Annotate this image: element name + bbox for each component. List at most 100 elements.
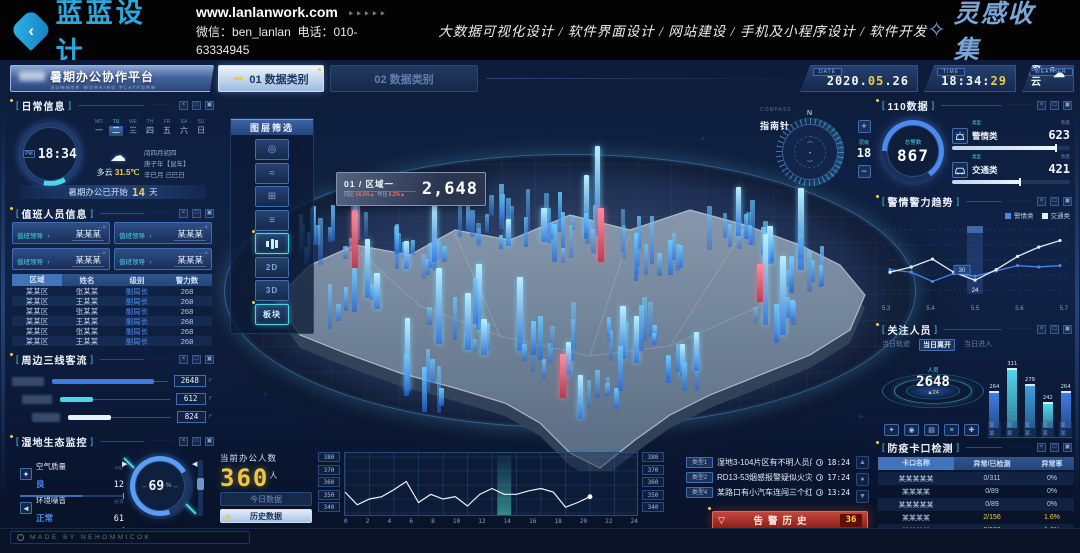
map-bar	[666, 355, 671, 379]
window-icon[interactable]: □	[1050, 443, 1059, 452]
layer-button-cctv[interactable]: ◎	[255, 139, 289, 160]
window-icon[interactable]: □	[1050, 101, 1059, 110]
weekday-cell[interactable]: MO一	[92, 119, 106, 136]
clock-ampm: PM	[23, 150, 35, 158]
close-icon[interactable]: ×	[1037, 325, 1046, 334]
layer-button-list[interactable]: ≡	[255, 210, 289, 231]
layer-button-板块[interactable]: 板块	[255, 304, 289, 325]
close-icon[interactable]: ×	[1037, 101, 1046, 110]
gauge-arrow-right[interactable]: ◀	[192, 460, 197, 468]
close-icon[interactable]: ×	[1037, 197, 1046, 206]
expand-icon[interactable]: ▣	[1063, 101, 1072, 110]
weekday-cell[interactable]: TU二	[109, 119, 123, 136]
focus-tool-icon[interactable]: ◉	[904, 424, 919, 436]
transit-flow-row: 824I°	[12, 410, 212, 424]
table-cell: 王某某	[62, 336, 112, 347]
zoom-out-button[interactable]: −	[858, 165, 871, 178]
alert-item[interactable]: 类型2RD13-53烟感报警疑似火灾17:24	[686, 471, 850, 484]
layer-button-radar[interactable]: ≈	[255, 163, 289, 184]
corner-dot	[252, 301, 255, 304]
focus-bar: 264某某	[1059, 384, 1072, 428]
gauge-arrow-left[interactable]: ▶	[122, 460, 127, 468]
alert-item[interactable]: 类型1湿地3-104片区有不明人员闯入18:24	[686, 456, 850, 469]
weather-widget: ☁ 多云 31.5℃	[96, 146, 140, 178]
x-tick-label: 5.5	[971, 306, 979, 312]
focus-bar: 242某某	[1041, 395, 1054, 428]
focus-tool-icon[interactable]: ✚	[964, 424, 979, 436]
weekday-cell[interactable]: TH四	[143, 119, 157, 136]
history-data-button[interactable]: 历史数据	[220, 509, 312, 523]
expand-icon[interactable]: ▣	[205, 209, 214, 218]
flow-value: 612	[176, 393, 206, 405]
map-bar	[473, 339, 478, 352]
map-bar	[344, 287, 349, 311]
map-bar	[791, 302, 796, 325]
focus-tool-icon[interactable]: ≡	[944, 424, 959, 436]
tab-data-category-1[interactable]: 01 数据类别	[218, 65, 324, 92]
website-link[interactable]: www.lanlanwork.com	[196, 4, 338, 20]
window-icon[interactable]: □	[192, 101, 201, 110]
compass-ring[interactable]: ︿ • ﹀	[776, 118, 844, 186]
duty-leader-card[interactable]: 值班领导 ›···×某某某	[114, 222, 212, 244]
zoom-in-button[interactable]: +	[858, 120, 871, 133]
window-icon[interactable]: □	[192, 437, 201, 446]
duty-leader-card[interactable]: 值班领导 ›···×某某某	[12, 222, 110, 244]
alert-scroll-down[interactable]: ▼	[856, 490, 869, 503]
weekday-cell[interactable]: SA六	[177, 119, 191, 136]
focus-tool-icon[interactable]: ✦	[884, 424, 899, 436]
flow-value: 824	[177, 411, 205, 423]
layer-button-chart[interactable]	[255, 233, 289, 254]
weekday-cell[interactable]: WE三	[126, 119, 140, 136]
close-icon[interactable]: ×	[179, 101, 188, 110]
office-count-label: 当前办公人数	[220, 452, 314, 464]
window-icon[interactable]: □	[1050, 197, 1059, 206]
map-bar	[526, 189, 531, 232]
layer-button-2D[interactable]: 2D	[255, 257, 289, 278]
duty-leader-card[interactable]: 值班领导 ›···×某某某	[12, 248, 110, 270]
map-bar	[606, 377, 611, 396]
layer-button-3D[interactable]: 3D	[255, 280, 289, 301]
focus-tab[interactable]: 当日轨迹	[882, 339, 910, 351]
layer-button-grid[interactable]: ⊞	[255, 186, 289, 207]
alert-item[interactable]: 类型4某路口有小汽车连闯三个红灯13:24	[686, 486, 850, 499]
expand-icon[interactable]: ▣	[1063, 197, 1072, 206]
map-bar	[736, 187, 742, 236]
map-bar	[644, 244, 649, 275]
alert-scroll-up[interactable]: ▲	[856, 456, 869, 469]
inspiration-collect[interactable]: ✧ 灵感收集	[927, 0, 1060, 66]
expand-icon[interactable]: ▣	[205, 355, 214, 364]
weekday-cell[interactable]: FR五	[160, 119, 174, 136]
expand-icon[interactable]: ▣	[1063, 443, 1072, 452]
north-indicator: N	[807, 110, 812, 117]
eco-scrollbar[interactable]	[198, 460, 203, 516]
alert-scroll-dot[interactable]: ●	[856, 473, 869, 486]
close-icon[interactable]: ×	[1037, 443, 1046, 452]
x-tick: 12	[478, 518, 485, 525]
window-icon[interactable]: □	[192, 355, 201, 364]
expand-icon[interactable]: ▣	[205, 437, 214, 446]
map-bar	[331, 205, 336, 241]
focus-tab[interactable]: 当日离开	[919, 339, 955, 351]
focus-tool-icon[interactable]: ▤	[924, 424, 939, 436]
table-row: 某某区王某某副局长268	[12, 316, 212, 326]
expand-icon[interactable]: ▣	[1063, 325, 1072, 334]
map-bar	[352, 210, 358, 268]
expand-icon[interactable]: ▣	[205, 101, 214, 110]
tab-data-category-2[interactable]: 02 数据类别	[330, 65, 478, 92]
window-icon[interactable]: □	[192, 209, 201, 218]
window-icon[interactable]: □	[1050, 325, 1059, 334]
close-icon[interactable]: ×	[179, 437, 188, 446]
map-bar	[374, 273, 380, 310]
today-data-button[interactable]: 今日数据	[220, 492, 312, 506]
map-bar	[499, 184, 504, 229]
duty-table: 区域姓名级别警力数某某区张某某副局长268某某区王某某副局长268某某区张某某副…	[12, 274, 212, 346]
weekday-cell[interactable]: SU日	[194, 119, 208, 136]
alarm-history-button[interactable]: ▽ 告警历史 36	[712, 511, 868, 529]
close-icon[interactable]: ×	[179, 209, 188, 218]
map-bar	[427, 307, 432, 325]
close-icon[interactable]: ×	[179, 355, 188, 364]
map-bar	[639, 305, 644, 351]
duty-leader-card[interactable]: 值班领导 ›···×某某某	[114, 248, 212, 270]
map-bar	[676, 344, 681, 372]
map-bar	[442, 246, 447, 262]
